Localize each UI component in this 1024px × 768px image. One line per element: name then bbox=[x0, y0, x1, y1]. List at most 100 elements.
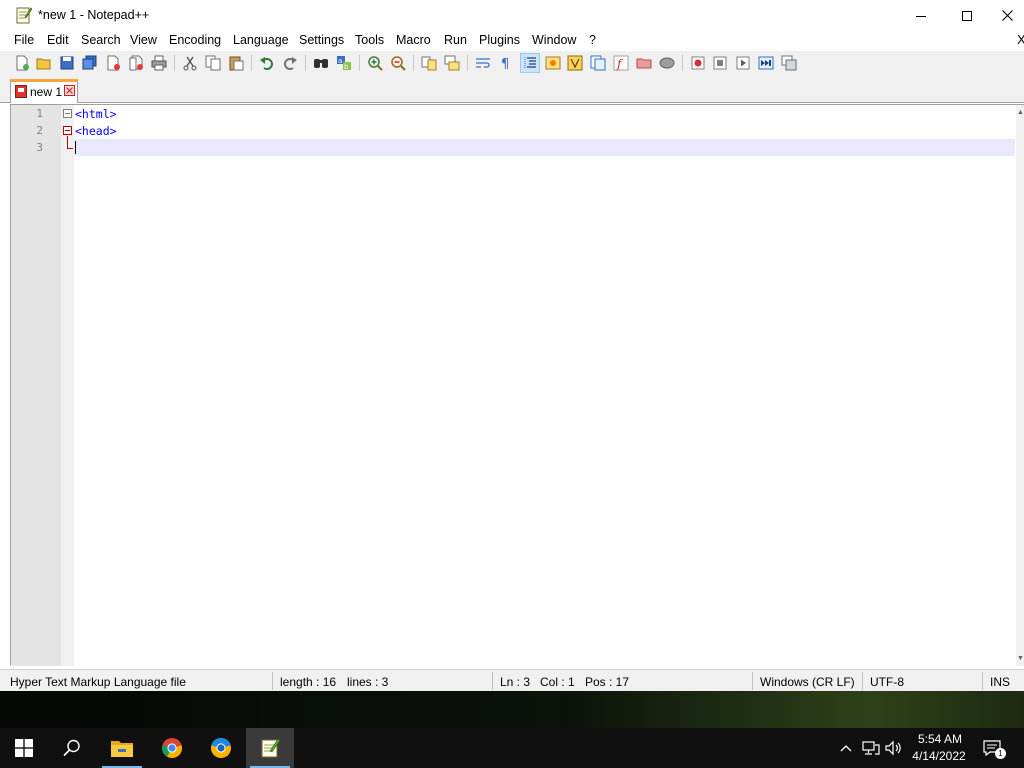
zoom-out-button[interactable] bbox=[389, 54, 407, 72]
chromium-browser-button[interactable] bbox=[197, 728, 245, 768]
copy-button[interactable] bbox=[204, 54, 222, 72]
text-caret bbox=[75, 141, 76, 154]
menu-settings[interactable]: Settings bbox=[299, 33, 344, 47]
undo-button[interactable] bbox=[258, 54, 276, 72]
windows-logo-icon bbox=[15, 739, 33, 757]
scroll-up-arrow-icon[interactable]: ▲ bbox=[1016, 107, 1024, 117]
monitoring-button[interactable] bbox=[658, 54, 676, 72]
notepad-plus-plus-taskbar-button[interactable] bbox=[246, 728, 294, 768]
menu-language[interactable]: Language bbox=[233, 33, 289, 47]
search-button[interactable] bbox=[48, 728, 96, 768]
menu-edit[interactable]: Edit bbox=[47, 33, 69, 47]
save-button[interactable] bbox=[58, 54, 76, 72]
status-encoding[interactable]: UTF-8 bbox=[870, 675, 904, 689]
minimize-button[interactable] bbox=[898, 0, 944, 31]
status-divider bbox=[752, 672, 753, 690]
status-column: Col : 1 bbox=[540, 675, 575, 689]
notepad-plus-plus-window: *new 1 - Notepad++ File Edit Search View… bbox=[0, 0, 1024, 691]
printer-icon bbox=[151, 55, 167, 71]
print-button[interactable] bbox=[150, 54, 168, 72]
file-explorer-button[interactable] bbox=[98, 728, 146, 768]
vertical-scrollbar[interactable]: ▲ ▼ bbox=[1016, 105, 1024, 666]
save-all-button[interactable] bbox=[81, 54, 99, 72]
start-button[interactable] bbox=[0, 728, 48, 768]
menu-help[interactable]: ? bbox=[589, 33, 596, 47]
chrome-button[interactable] bbox=[148, 728, 196, 768]
function-list-button[interactable] bbox=[589, 54, 607, 72]
paste-icon bbox=[229, 56, 244, 71]
eye-icon bbox=[659, 57, 675, 69]
word-wrap-icon bbox=[476, 58, 490, 68]
menu-view[interactable]: View bbox=[130, 33, 157, 47]
menu-macro[interactable]: Macro bbox=[396, 33, 431, 47]
tab-close-button[interactable] bbox=[64, 85, 75, 96]
sync-horizontal-scroll-button[interactable] bbox=[443, 54, 461, 72]
fold-toggle-icon[interactable] bbox=[63, 126, 72, 135]
status-eol-format[interactable]: Windows (CR LF) bbox=[760, 675, 855, 689]
word-wrap-button[interactable] bbox=[474, 54, 492, 72]
unsaved-file-icon bbox=[15, 85, 27, 98]
clock-date[interactable]: 4/14/2022 bbox=[906, 749, 972, 763]
zoom-in-button[interactable] bbox=[366, 54, 384, 72]
close-file-button[interactable] bbox=[104, 54, 122, 72]
record-icon bbox=[691, 56, 705, 70]
fold-toggle-icon[interactable] bbox=[63, 109, 72, 118]
scroll-down-arrow-icon[interactable]: ▼ bbox=[1016, 653, 1024, 663]
svg-text:b: b bbox=[344, 63, 349, 71]
chrome-icon bbox=[161, 738, 183, 759]
replace-button[interactable]: ab bbox=[335, 54, 353, 72]
status-insert-mode[interactable]: INS bbox=[990, 675, 1010, 689]
menu-plugins[interactable]: Plugins bbox=[479, 33, 520, 47]
folder-icon bbox=[636, 58, 652, 69]
save-macro-icon bbox=[781, 55, 797, 71]
show-hidden-icons-button[interactable] bbox=[836, 738, 856, 758]
menu-tools[interactable]: Tools bbox=[355, 33, 384, 47]
code-line[interactable]: <head> bbox=[75, 124, 117, 138]
line-number-margin bbox=[11, 105, 61, 666]
redo-icon bbox=[284, 57, 297, 70]
run-macro-multiple-button[interactable] bbox=[757, 54, 775, 72]
open-file-button[interactable] bbox=[35, 54, 53, 72]
scissors-icon bbox=[183, 56, 197, 71]
new-file-button[interactable] bbox=[13, 54, 31, 72]
sync-vertical-icon bbox=[421, 56, 437, 71]
close-all-button[interactable] bbox=[127, 54, 145, 72]
save-macro-button[interactable] bbox=[780, 54, 798, 72]
tab-new-1[interactable]: new 1 bbox=[10, 79, 78, 103]
record-macro-button[interactable] bbox=[689, 54, 707, 72]
notepad-plus-plus-icon bbox=[16, 6, 33, 24]
clock-time[interactable]: 5:54 AM bbox=[912, 732, 968, 746]
fold-margin[interactable] bbox=[61, 105, 74, 666]
paste-button[interactable] bbox=[227, 54, 245, 72]
sync-horizontal-icon bbox=[444, 55, 460, 71]
title-bar[interactable]: *new 1 - Notepad++ bbox=[0, 0, 1024, 31]
cut-button[interactable] bbox=[181, 54, 199, 72]
menu-run[interactable]: Run bbox=[444, 33, 467, 47]
document-map-button[interactable] bbox=[566, 54, 584, 72]
close-window-button[interactable] bbox=[990, 0, 1024, 31]
indent-guide-button[interactable] bbox=[520, 53, 540, 73]
maximize-button[interactable] bbox=[944, 0, 990, 31]
redo-button[interactable] bbox=[281, 54, 299, 72]
close-document-button[interactable]: X bbox=[1017, 32, 1024, 47]
folder-workspace-button[interactable] bbox=[635, 54, 653, 72]
show-all-characters-button[interactable]: ¶ bbox=[497, 54, 515, 72]
zoom-in-icon bbox=[368, 56, 383, 71]
pilcrow-icon: ¶ bbox=[501, 57, 509, 71]
network-button[interactable] bbox=[861, 738, 881, 758]
folder-as-workspace-button[interactable]: f bbox=[612, 54, 630, 72]
code-line[interactable]: <html> bbox=[75, 107, 117, 121]
menu-search[interactable]: Search bbox=[81, 33, 121, 47]
find-button[interactable] bbox=[312, 54, 330, 72]
user-defined-language-button[interactable] bbox=[544, 54, 562, 72]
sync-vertical-scroll-button[interactable] bbox=[420, 54, 438, 72]
playback-macro-button[interactable] bbox=[734, 54, 752, 72]
menu-encoding[interactable]: Encoding bbox=[169, 33, 221, 47]
volume-button[interactable] bbox=[884, 738, 904, 758]
stop-recording-button[interactable] bbox=[711, 54, 729, 72]
editor-pane[interactable]: 1 2 3 <html> <head> ▲ ▼ bbox=[10, 104, 1024, 666]
status-divider bbox=[982, 672, 983, 690]
save-icon bbox=[60, 56, 74, 70]
menu-file[interactable]: File bbox=[14, 33, 34, 47]
menu-window[interactable]: Window bbox=[532, 33, 576, 47]
